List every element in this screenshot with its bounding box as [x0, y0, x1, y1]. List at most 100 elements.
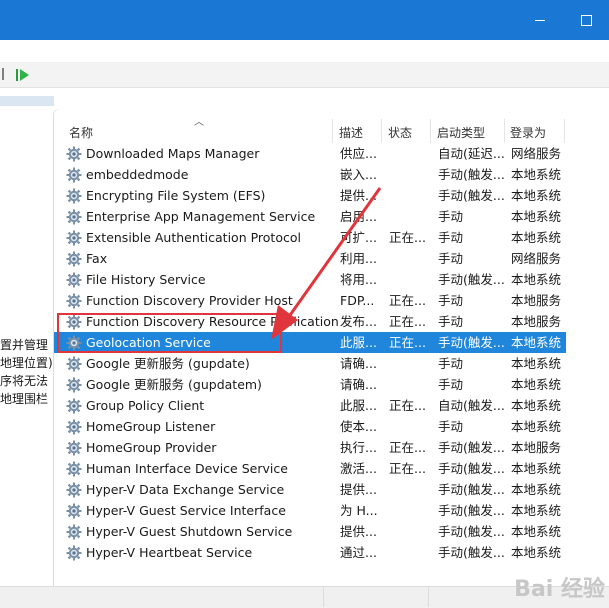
column-header-description[interactable]: 描述 — [339, 124, 363, 141]
column-divider[interactable] — [381, 119, 382, 143]
watermark-logo: Bai 经验 — [514, 577, 605, 602]
service-description: 可扩... — [340, 230, 377, 245]
service-logon-as: 本地服务 — [511, 293, 562, 308]
service-status: 正在... — [389, 314, 426, 329]
service-name: Downloaded Maps Manager — [86, 146, 260, 161]
service-startup-type: 自动(延迟... — [438, 146, 505, 161]
service-logon-as: 本地系统 — [511, 482, 562, 497]
service-name: File History Service — [86, 272, 206, 287]
service-status: 正在... — [389, 440, 426, 455]
service-name: Google 更新服务 (gupdatem) — [86, 377, 262, 392]
service-row[interactable]: Hyper-V Heartbeat Service 通过... 手动(触发... 本地… — [54, 542, 609, 563]
service-gear-icon — [66, 377, 82, 393]
service-row[interactable]: Hyper-V Guest Service Interface 为 H... 手动(… — [54, 500, 609, 521]
service-startup-type: 手动 — [438, 377, 464, 392]
service-description: 提供... — [340, 188, 377, 203]
maximize-button[interactable] — [563, 0, 609, 40]
service-startup-type: 手动(触发... — [438, 524, 505, 539]
service-row[interactable]: embeddedmode 嵌入... 手动(触发... 本地系统 — [54, 164, 609, 185]
service-description: 提供... — [340, 482, 377, 497]
service-description: 启用... — [340, 209, 377, 224]
pause-bar-icon — [16, 69, 18, 81]
service-logon-as: 本地系统 — [511, 167, 562, 182]
service-description: 执行... — [340, 440, 377, 455]
service-gear-icon — [66, 461, 82, 477]
service-description: 发布... — [340, 314, 377, 329]
service-name: Hyper-V Guest Shutdown Service — [86, 524, 293, 539]
column-divider[interactable] — [430, 119, 431, 143]
service-gear-icon — [66, 146, 82, 162]
service-name: Enterprise App Management Service — [86, 209, 316, 224]
service-description: 此服... — [340, 398, 377, 413]
service-status — [389, 500, 431, 521]
status-divider — [428, 586, 429, 607]
service-name: Google 更新服务 (gupdate) — [86, 356, 250, 371]
service-name: Hyper-V Data Exchange Service — [86, 482, 285, 497]
column-header-startup-type[interactable]: 启动类型 — [437, 124, 485, 141]
services-list: ︿ 名称 描述 状态 启动类型 登录为 Downloaded Maps Mana… — [54, 109, 609, 607]
service-gear-icon — [66, 440, 82, 456]
service-description: FDP... — [340, 293, 375, 308]
service-logon-as: 网络服务 — [511, 251, 562, 266]
service-name: Group Policy Client — [86, 398, 205, 413]
extended-tab-strip — [0, 96, 54, 106]
service-row[interactable]: Function Discovery Provider Host FDP... 正在… — [54, 290, 609, 311]
service-row[interactable]: Fax 利用... 手动 网络服务 — [54, 248, 609, 269]
minimize-icon — [535, 19, 545, 21]
service-name: HomeGroup Listener — [86, 419, 216, 434]
service-row[interactable]: HomeGroup Listener 使本... 手动 本地系统 — [54, 416, 609, 437]
service-description: 供应... — [340, 146, 377, 161]
minimize-button[interactable] — [517, 0, 563, 40]
service-status — [389, 479, 431, 500]
service-gear-icon — [66, 230, 82, 246]
service-name: Hyper-V Guest Service Interface — [86, 503, 286, 518]
service-status: 正在... — [389, 461, 426, 476]
service-row[interactable]: Downloaded Maps Manager 供应... 自动(延迟... 网络服务 — [54, 143, 609, 164]
service-startup-type: 手动 — [438, 251, 464, 266]
column-divider[interactable] — [504, 119, 505, 143]
service-logon-as: 本地系统 — [511, 230, 562, 245]
service-row[interactable]: Google 更新服务 (gupdatem) 请确... 手动 本地系统 — [54, 374, 609, 395]
service-gear-icon — [66, 545, 82, 561]
column-header-logon-as[interactable]: 登录为 — [510, 124, 546, 141]
service-logon-as: 本地系统 — [511, 272, 562, 287]
service-row[interactable]: Human Interface Device Service 激活... 正在...… — [54, 458, 609, 479]
service-gear-icon — [66, 188, 82, 204]
service-row[interactable]: HomeGroup Provider 执行... 正在... 手动(触发... 本地服务 — [54, 437, 609, 458]
service-row[interactable]: Extensible Authentication Protocol 可扩... 正… — [54, 227, 609, 248]
service-logon-as: 本地系统 — [511, 461, 562, 476]
column-header-name[interactable]: 名称 — [69, 124, 93, 141]
service-row[interactable]: Hyper-V Guest Shutdown Service 提供... 手动(触发… — [54, 521, 609, 542]
service-row[interactable]: Hyper-V Data Exchange Service 提供... 手动(触发.… — [54, 479, 609, 500]
status-divider — [323, 586, 324, 607]
column-divider[interactable] — [332, 119, 333, 143]
service-row[interactable]: Encrypting File System (EFS) 提供... 手动(触发..… — [54, 185, 609, 206]
service-logon-as: 网络服务 — [511, 146, 562, 161]
service-description: 激活... — [340, 461, 377, 476]
service-status — [389, 353, 431, 374]
service-startup-type: 手动(触发... — [438, 461, 505, 476]
service-gear-icon — [66, 251, 82, 267]
service-gear-icon — [66, 419, 82, 435]
service-description: 通过... — [340, 545, 377, 560]
service-startup-type: 手动 — [438, 356, 464, 371]
column-header-status[interactable]: 状态 — [388, 124, 412, 141]
service-description: 请确... — [340, 356, 377, 371]
service-status — [389, 521, 431, 542]
service-row[interactable]: File History Service 将用... 手动(触发... 本地系统 — [54, 269, 609, 290]
service-name: Fax — [86, 251, 108, 266]
service-startup-type: 手动(触发... — [438, 545, 505, 560]
service-logon-as: 本地系统 — [511, 524, 562, 539]
service-logon-as: 本地系统 — [511, 419, 562, 434]
service-status: 正在... — [389, 398, 426, 413]
service-row[interactable]: Enterprise App Management Service 启用... 手动… — [54, 206, 609, 227]
column-divider[interactable] — [564, 119, 565, 143]
service-description: 此服... — [340, 335, 377, 350]
service-description: 使本... — [340, 419, 377, 434]
service-startup-type: 手动 — [438, 314, 464, 329]
service-row[interactable]: Google 更新服务 (gupdate) 请确... 手动 本地系统 — [54, 353, 609, 374]
service-name: Encrypting File System (EFS) — [86, 188, 266, 203]
service-status: 正在... — [389, 335, 426, 350]
start-service-button[interactable] — [16, 68, 30, 82]
service-row[interactable]: Group Policy Client 此服... 正在... 自动(触发... 本地系… — [54, 395, 609, 416]
